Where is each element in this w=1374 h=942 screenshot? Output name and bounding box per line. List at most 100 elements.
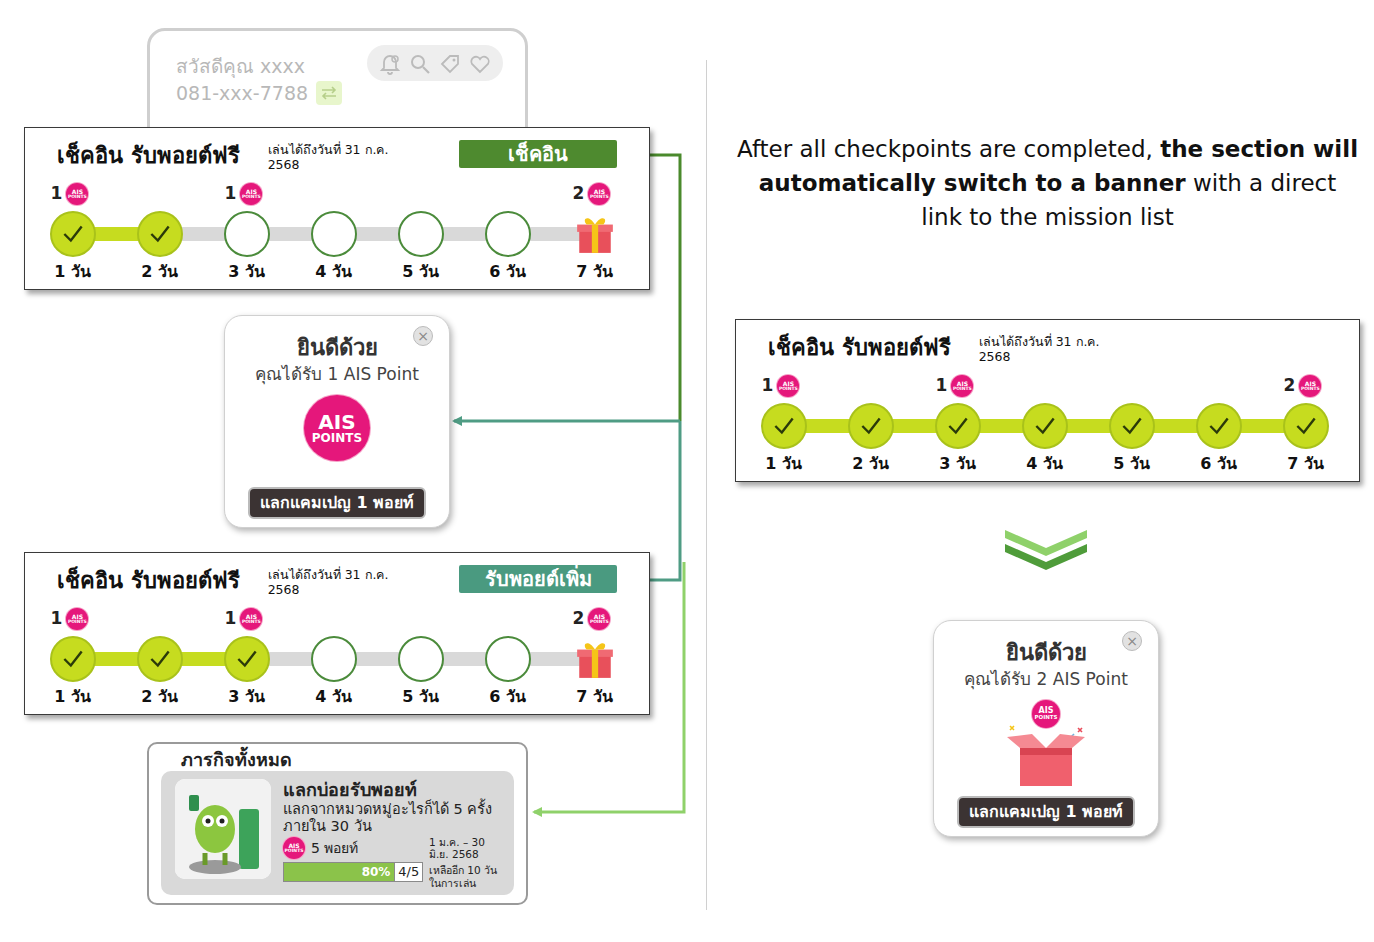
day-step: [290, 633, 377, 685]
badge-line: POINTS: [68, 620, 87, 625]
label-cell: 1 วัน: [29, 685, 116, 709]
ais-points-badge: AISPOINTS: [66, 183, 88, 205]
mission-period: 1 ม.ค. – 30 มิ.ย. 2568: [429, 836, 506, 860]
mission-card[interactable]: แลกบ่อยรับพอยท์แลกจากหมวดหมู่อะไรก็ได้ 5…: [161, 771, 514, 894]
day-step: [203, 633, 290, 685]
search-icon[interactable]: [409, 51, 431, 75]
bell-icon[interactable]: [379, 51, 401, 75]
day-step: [464, 208, 551, 260]
points-value: 1: [936, 373, 948, 399]
label-cell: 2 วัน: [116, 685, 203, 709]
check-icon: [945, 413, 971, 439]
day-points: 1AISPOINTS: [51, 606, 89, 632]
badge-line: POINTS: [1301, 387, 1320, 392]
swap-icon[interactable]: [316, 81, 342, 105]
day-checkpoint: [848, 403, 894, 449]
label-cell: 3 วัน: [203, 260, 290, 284]
points-cell: 2AISPOINTS: [551, 605, 638, 633]
points-row: 1AISPOINTS1AISPOINTS2AISPOINTS: [25, 180, 649, 208]
redeem-button[interactable]: แลกแคมเปญ 1 พอยท์: [957, 796, 1135, 828]
day-label: 5 วัน: [402, 260, 439, 284]
day-step: [464, 633, 551, 685]
tag-icon[interactable]: [439, 51, 461, 75]
label-cell: 1 วัน: [740, 452, 827, 476]
checkin-button[interactable]: เช็คอิน: [459, 140, 617, 168]
day-label: 7 วัน: [1287, 452, 1324, 476]
points-cell: 1AISPOINTS: [740, 372, 827, 400]
checkin-deadline: เล่นได้ถึงวันที่ 31 ก.ค. 2568: [979, 334, 1111, 364]
label-cell: 6 วัน: [1175, 452, 1262, 476]
day-checkpoint: [398, 211, 444, 257]
day-checkpoint: [137, 211, 183, 257]
redeem-button[interactable]: แลกแคมเปญ 1 พอยท์: [248, 487, 426, 519]
day-checkpoint: [137, 636, 183, 682]
badge-line: POINTS: [1034, 715, 1057, 721]
day-points: 1AISPOINTS: [225, 606, 263, 632]
check-icon: [771, 413, 797, 439]
day-points: 1AISPOINTS: [762, 373, 800, 399]
popup-title: ยินดีด้วย: [297, 334, 378, 363]
day-points: 2AISPOINTS: [1284, 373, 1322, 399]
label-cell: 6 วัน: [464, 260, 551, 284]
mission-dates: 1 ม.ค. – 30 มิ.ย. 2568 เหลืออีก 10 วันในก…: [429, 836, 506, 888]
badge-line: POINTS: [953, 387, 972, 392]
open-gift-icon: [1004, 722, 1088, 788]
checkin-card: เช็คอิน รับพอยต์ฟรีเล่นได้ถึงวันที่ 31 ก…: [735, 319, 1360, 482]
reward-popup: ×ยินดีด้วยคุณได้รับ 1 AIS PointAISPOINTS…: [224, 315, 450, 528]
reward-popup: ×ยินดีด้วยคุณได้รับ 2 AIS PointAISPOINTS…: [933, 620, 1159, 837]
double-chevron-icon: [1003, 528, 1089, 572]
close-button[interactable]: ×: [1122, 631, 1142, 651]
points-cell: [116, 180, 203, 208]
mission-heading: ภารกิจทั้งหมด: [161, 748, 514, 771]
points-value: 1: [51, 606, 63, 632]
points-value: 1: [51, 181, 63, 207]
points-cell: 1AISPOINTS: [203, 180, 290, 208]
day-label: 4 วัน: [315, 260, 352, 284]
label-cell: 5 วัน: [377, 260, 464, 284]
badge-line: POINTS: [68, 195, 87, 200]
day-labels: 1 วัน2 วัน3 วัน4 วัน5 วัน6 วัน7 วัน: [25, 685, 649, 713]
badge-line: POINTS: [285, 849, 304, 854]
badge-line: POINTS: [590, 620, 609, 625]
day-label: 1 วัน: [54, 685, 91, 709]
day-label: 3 วัน: [939, 452, 976, 476]
ais-points-badge: AISPOINTS: [1299, 375, 1321, 397]
label-cell: 3 วัน: [203, 685, 290, 709]
day-label: 1 วัน: [765, 452, 802, 476]
day-checkpoint: [311, 636, 357, 682]
day-checkpoint: [224, 211, 270, 257]
checkin-title: เช็คอิน รับพอยต์ฟรี: [57, 142, 240, 171]
points-value: 2: [573, 606, 585, 632]
points-row: 1AISPOINTS1AISPOINTS2AISPOINTS: [736, 372, 1359, 400]
close-button[interactable]: ×: [413, 326, 433, 346]
day-checkpoint: [761, 403, 807, 449]
badge-line: POINTS: [242, 195, 261, 200]
points-cell: [464, 180, 551, 208]
ais-points-badge: AISPOINTS: [951, 375, 973, 397]
check-icon: [1293, 413, 1319, 439]
ais-points-badge: AISPOINTS: [66, 608, 88, 630]
badge-line: AIS: [1039, 707, 1054, 715]
gift-icon: [572, 211, 618, 257]
points-cell: [1088, 372, 1175, 400]
mission-remaining: เหลืออีก 10 วันในการเล่น: [429, 864, 506, 888]
day-label: 7 วัน: [576, 685, 613, 709]
day-label: 6 วัน: [1200, 452, 1237, 476]
label-cell: 4 วัน: [1001, 452, 1088, 476]
phone-row: 081-xxx-7788: [176, 80, 499, 107]
label-cell: 2 วัน: [116, 260, 203, 284]
badge-line: POINTS: [590, 195, 609, 200]
day-checkpoint: [50, 211, 96, 257]
day-label: 5 วัน: [402, 685, 439, 709]
checkin-card: เช็คอิน รับพอยต์ฟรีเล่นได้ถึงวันที่ 31 ก…: [24, 127, 650, 290]
mission-progress-group: AISPOINTS5 พอยท์80%4/5: [283, 836, 423, 888]
day-step: [203, 208, 290, 260]
heart-icon[interactable]: [469, 51, 491, 75]
points-cell: 1AISPOINTS: [29, 180, 116, 208]
label-cell: 4 วัน: [290, 685, 377, 709]
points-cell: [464, 605, 551, 633]
mission-points: AISPOINTS5 พอยท์: [283, 836, 423, 860]
checkin-button[interactable]: รับพอยต์เพิ่ม: [459, 565, 617, 593]
label-cell: 5 วัน: [377, 685, 464, 709]
day-step: [116, 208, 203, 260]
